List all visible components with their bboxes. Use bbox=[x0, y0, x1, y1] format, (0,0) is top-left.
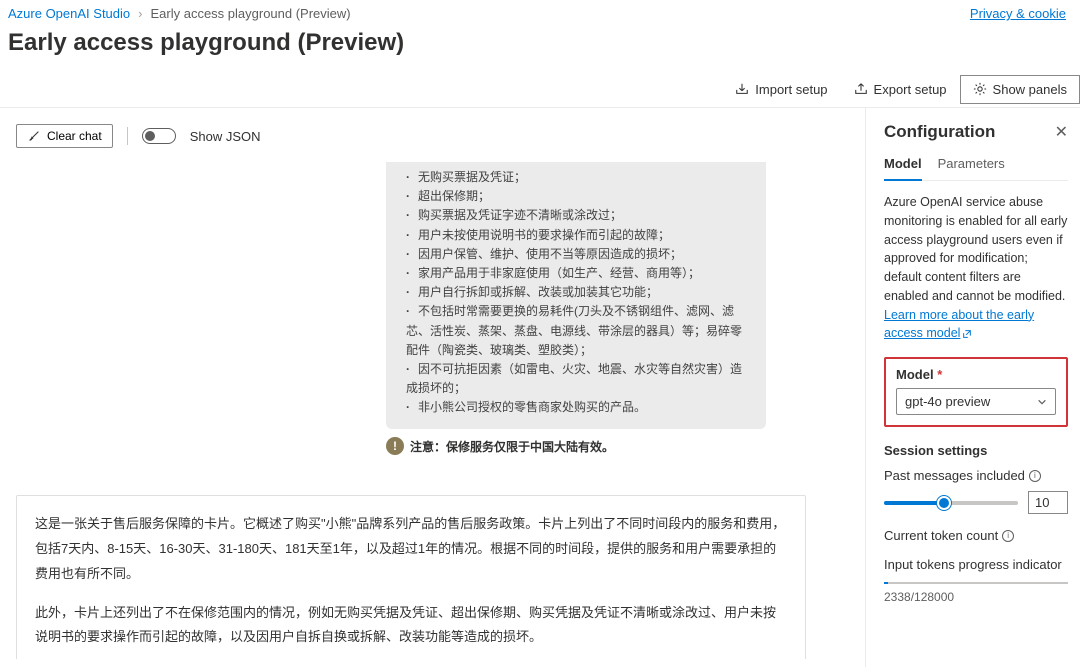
model-label: Model * bbox=[896, 367, 1056, 382]
list-item: 不包括时常需要更换的易耗件(刀头及不锈钢组件、滤网、滤芯、活性炭、蒸架、蒸盘、电… bbox=[406, 302, 752, 360]
list-item: 超出保修期； bbox=[406, 187, 752, 206]
session-settings-title: Session settings bbox=[884, 443, 1068, 458]
token-progress-bar bbox=[884, 582, 1068, 584]
exclusion-list: 无购买票据及凭证； 超出保修期； 购买票据及凭证字迹不清晰或涂改过； 用户未按使… bbox=[400, 168, 752, 417]
warning-icon: ! bbox=[386, 437, 404, 455]
show-panels-button[interactable]: Show panels bbox=[960, 75, 1080, 104]
external-link-icon bbox=[962, 329, 972, 339]
model-value: gpt-4o preview bbox=[905, 394, 990, 409]
configuration-panel: Configuration ✕ Model Parameters Azure O… bbox=[865, 108, 1080, 667]
privacy-link[interactable]: Privacy & cookie bbox=[970, 6, 1066, 21]
list-item: 用户未按使用说明书的要求操作而引起的故障； bbox=[406, 226, 752, 245]
chevron-right-icon: › bbox=[138, 6, 142, 21]
clear-chat-button[interactable]: Clear chat bbox=[16, 124, 113, 148]
breadcrumb-current: Early access playground (Preview) bbox=[150, 6, 350, 21]
past-messages-slider-row: 10 bbox=[884, 491, 1068, 514]
token-progress-label: Input tokens progress indicator bbox=[884, 557, 1068, 572]
info-icon[interactable]: i bbox=[1002, 530, 1014, 542]
import-setup-label: Import setup bbox=[755, 82, 827, 97]
list-item: 无购买票据及凭证； bbox=[406, 168, 752, 187]
model-select-box: Model * gpt-4o preview bbox=[884, 357, 1068, 427]
breadcrumb: Azure OpenAI Studio › Early access playg… bbox=[8, 6, 351, 21]
list-item: 用户自行拆卸或拆解、改装或加装其它功能； bbox=[406, 283, 752, 302]
list-item: 购买票据及凭证字迹不清晰或涂改过； bbox=[406, 206, 752, 225]
gear-icon bbox=[973, 82, 987, 96]
import-icon bbox=[735, 82, 749, 96]
past-messages-label: Past messages included i bbox=[884, 468, 1068, 483]
close-icon[interactable]: ✕ bbox=[1055, 122, 1068, 142]
show-json-toggle[interactable] bbox=[142, 128, 176, 144]
info-icon[interactable]: i bbox=[1029, 470, 1041, 482]
tab-model[interactable]: Model bbox=[884, 156, 922, 181]
list-item: 非小熊公司授权的零售商家处购买的产品。 bbox=[406, 398, 752, 417]
tab-parameters[interactable]: Parameters bbox=[938, 156, 1005, 180]
config-tabs: Model Parameters bbox=[884, 156, 1068, 181]
export-icon bbox=[854, 82, 868, 96]
config-header: Configuration ✕ bbox=[884, 122, 1068, 142]
chat-pane: Clear chat Show JSON 无购买票据及凭证； 超出保修期； 购买… bbox=[0, 108, 865, 667]
main-area: Clear chat Show JSON 无购买票据及凭证； 超出保修期； 购买… bbox=[0, 107, 1080, 667]
toolbar: Import setup Export setup Show panels bbox=[0, 71, 1080, 107]
config-title: Configuration bbox=[884, 122, 995, 142]
show-json-label: Show JSON bbox=[190, 129, 261, 144]
token-count-label: Current token count i bbox=[884, 528, 1068, 543]
note-row: ! 注意：保修服务仅限于中国大陆有效。 bbox=[386, 437, 766, 455]
learn-more-link[interactable]: Learn more about the early access model bbox=[884, 308, 1034, 341]
chat-toolbar: Clear chat Show JSON bbox=[16, 124, 849, 148]
export-setup-button[interactable]: Export setup bbox=[841, 75, 960, 104]
list-item: 家用产品用于非家庭使用（如生产、经营、商用等）； bbox=[406, 264, 752, 283]
abuse-notice: Azure OpenAI service abuse monitoring is… bbox=[884, 193, 1068, 343]
user-msg-p1: 这是一张关于售后服务保障的卡片。它概述了购买"小熊"品牌系列产品的售后服务政策。… bbox=[35, 512, 787, 586]
required-star: * bbox=[937, 367, 942, 382]
import-setup-button[interactable]: Import setup bbox=[722, 75, 840, 104]
breadcrumb-row: Azure OpenAI Studio › Early access playg… bbox=[0, 0, 1080, 25]
chat-scroll: 无购买票据及凭证； 超出保修期； 购买票据及凭证字迹不清晰或涂改过； 用户未按使… bbox=[16, 162, 849, 659]
note-text: 注意：保修服务仅限于中国大陆有效。 bbox=[410, 438, 614, 455]
token-value: 2338/128000 bbox=[884, 590, 1068, 604]
divider bbox=[127, 127, 128, 145]
broom-icon bbox=[27, 129, 41, 143]
model-select[interactable]: gpt-4o preview bbox=[896, 388, 1056, 415]
past-messages-value[interactable]: 10 bbox=[1028, 491, 1068, 514]
clear-chat-label: Clear chat bbox=[47, 129, 102, 143]
user-message: 这是一张关于售后服务保障的卡片。它概述了购买"小熊"品牌系列产品的售后服务政策。… bbox=[16, 495, 806, 659]
page-title: Early access playground (Preview) bbox=[0, 25, 1080, 71]
breadcrumb-root[interactable]: Azure OpenAI Studio bbox=[8, 6, 130, 21]
show-panels-label: Show panels bbox=[993, 82, 1067, 97]
user-msg-p2: 此外，卡片上还列出了不在保修范围内的情况，例如无购买凭据及凭证、超出保修期、购买… bbox=[35, 601, 787, 650]
past-messages-slider[interactable] bbox=[884, 501, 1018, 505]
list-item: 因用户保管、维护、使用不当等原因造成的损坏； bbox=[406, 245, 752, 264]
chevron-down-icon bbox=[1037, 397, 1047, 407]
list-item: 因不可抗拒因素（如雷电、火灾、地震、水灾等自然灾害）造成损坏的； bbox=[406, 360, 752, 398]
export-setup-label: Export setup bbox=[874, 82, 947, 97]
assistant-message: 无购买票据及凭证； 超出保修期； 购买票据及凭证字迹不清晰或涂改过； 用户未按使… bbox=[386, 162, 766, 429]
notice-text: Azure OpenAI service abuse monitoring is… bbox=[884, 195, 1067, 303]
